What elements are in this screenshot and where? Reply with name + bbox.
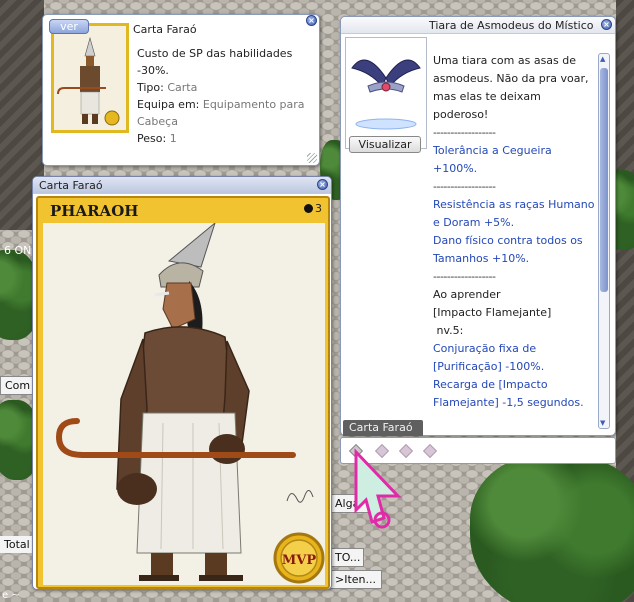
card-info-window: ver Carta Faraó × Custo de SP das habili… — [42, 14, 320, 166]
visualize-button[interactable]: Visualizar — [349, 136, 421, 153]
separator-line: ------------------ — [433, 270, 496, 283]
mouse-cursor-icon — [354, 448, 402, 529]
mvp-badge-icon: MVP — [272, 531, 326, 585]
card-frame: PHARAOH 3 MVP — [36, 196, 330, 589]
tree-bottom-right — [470, 455, 634, 602]
close-icon[interactable]: × — [306, 15, 317, 26]
card-info-title: Carta Faraó — [133, 23, 197, 36]
description-scrollbar[interactable]: ▲ ▼ — [598, 53, 610, 429]
separator-line: ------------------ — [433, 180, 496, 193]
blind-resist-text: Tolerância a Cegueira +100%. — [433, 144, 552, 175]
card-slot-tab[interactable]: Carta Faraó — [343, 420, 423, 436]
card-thumbnail — [51, 23, 129, 133]
item-intro-text: Uma tiara com as asas de asmodeus. Não d… — [433, 54, 589, 121]
equip-label: Equipa em: — [137, 98, 200, 111]
resize-grip-icon[interactable] — [307, 153, 317, 163]
item-description: Uma tiara com as asas de asmodeus. Não d… — [433, 52, 599, 412]
item-link-label[interactable]: >Iten... — [330, 570, 382, 589]
card-window-titlebar[interactable]: Carta Faraó — [33, 177, 331, 194]
purification-text: Conjuração fixa de [Purificação] -100%. — [433, 342, 545, 373]
card-slot-count: 3 — [304, 202, 322, 215]
card-weight-row: Peso: 1 — [137, 130, 313, 147]
card-effect-text: Custo de SP das habilidades -30%. — [137, 47, 293, 77]
item-window-titlebar[interactable]: Tiara de Asmodeus do Místico — [341, 17, 615, 34]
e-label: e ~ — [2, 590, 20, 601]
close-icon[interactable]: × — [601, 19, 612, 30]
card-equip-row: Equipa em: Equipamento para Cabeça — [137, 96, 313, 130]
type-label: Tipo: — [137, 81, 164, 94]
recharge-text: Recarga de [Impacto Flamejante] -1,5 seg… — [433, 378, 584, 409]
type-value: Carta — [167, 81, 198, 94]
online-count-label: 6 ON — [4, 244, 32, 257]
pharaoh-thumbnail-art — [54, 26, 126, 130]
card-illustration-window: Carta Faraó × PHARAOH 3 MVP — [32, 176, 332, 590]
slot-empty-icon[interactable] — [422, 443, 438, 459]
close-icon[interactable]: × — [317, 179, 328, 190]
card-name-banner: PHARAOH — [50, 202, 139, 220]
separator-line: ------------------ — [433, 126, 496, 139]
item-image — [345, 37, 427, 149]
scroll-down-icon[interactable]: ▼ — [600, 419, 605, 427]
mvp-badge-art: MVP — [273, 532, 325, 584]
learn-line-2: [Impacto Flamejante] — [433, 306, 552, 319]
total-label: Total — [0, 536, 34, 553]
race-resist-text: Resistência as raças Humano e Doram +5%. — [433, 198, 595, 229]
slot-dot-icon — [304, 204, 313, 213]
card-type-row: Tipo: Carta — [137, 79, 313, 96]
to-label[interactable]: TO... — [330, 548, 364, 567]
slot-number: 3 — [315, 202, 322, 215]
weight-value: 1 — [169, 132, 177, 145]
scrollbar-thumb[interactable] — [600, 68, 608, 292]
card-info-body: Custo de SP das habilidades -30%. Tipo: … — [137, 45, 313, 147]
size-damage-text: Dano físico contra todos os Tamanhos +10… — [433, 234, 583, 265]
winged-tiara-icon — [351, 59, 421, 130]
chat-com-label[interactable]: Com — [0, 376, 34, 395]
weight-label: Peso: — [137, 132, 167, 145]
learn-line-1: Ao aprender — [433, 288, 501, 301]
mvp-badge-text: MVP — [282, 553, 316, 568]
view-card-button[interactable]: ver — [49, 19, 89, 34]
item-info-window: Tiara de Asmodeus do Místico × Visualiza… — [340, 16, 616, 436]
scroll-up-icon[interactable]: ▲ — [600, 55, 605, 63]
learn-line-3: nv.5: — [433, 324, 464, 337]
